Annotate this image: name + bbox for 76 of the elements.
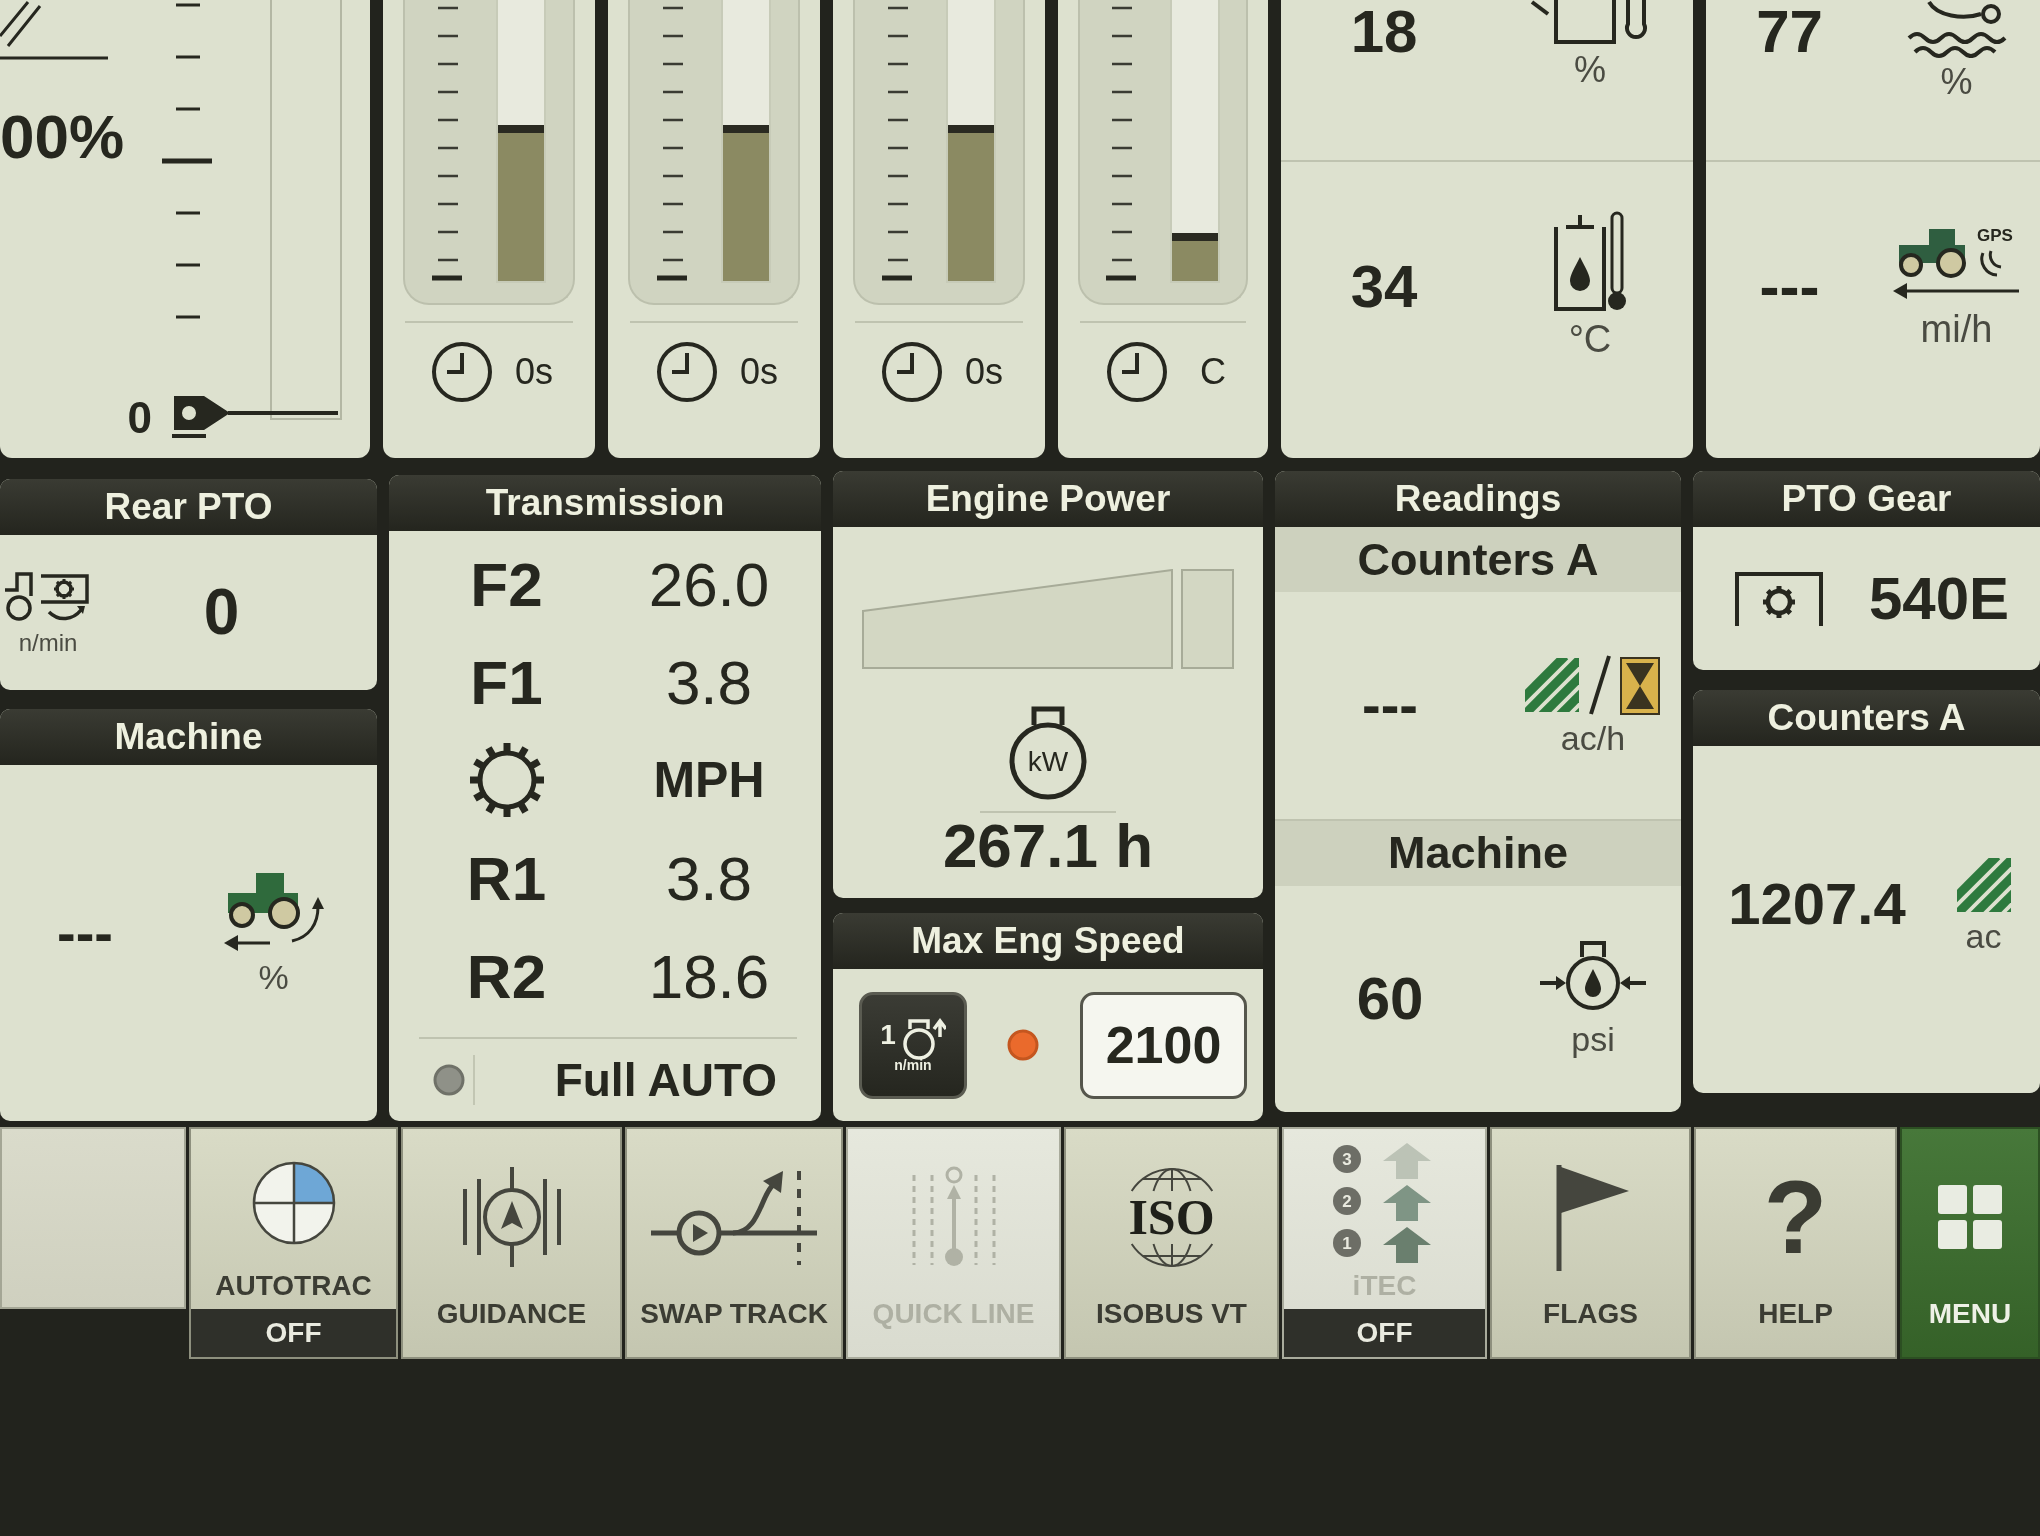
clock-icon xyxy=(1106,341,1168,403)
help-softkey[interactable]: ? HELP xyxy=(1694,1127,1897,1359)
unit-label: °C xyxy=(1568,319,1612,361)
reading-value: 540E xyxy=(1869,567,2010,630)
reading-value: 18 xyxy=(1350,0,1418,63)
speed-value-button[interactable]: 2100 xyxy=(1080,991,1247,1099)
gear-speed: 26.0 xyxy=(648,548,770,620)
menu-icon xyxy=(1938,1185,2002,1249)
panel-title: Machine xyxy=(0,709,377,765)
unit-label: % xyxy=(258,959,289,997)
step-badge: 2 xyxy=(1332,1187,1361,1215)
timer-text: 0s xyxy=(514,351,553,393)
clock-icon xyxy=(656,341,718,403)
menu-softkey[interactable]: MENU xyxy=(1900,1127,2040,1359)
reading-value: 60 xyxy=(1356,967,1424,1031)
reading-value: --- xyxy=(57,903,113,963)
panel-title: Max Eng Speed xyxy=(833,913,1263,969)
tractor-icon xyxy=(1892,229,2019,300)
isobus-softkey[interactable]: ISO ISOBUS VT xyxy=(1064,1127,1279,1359)
tank-icon xyxy=(1530,0,1650,46)
step-badge: 1 xyxy=(1332,1229,1361,1257)
gear-label: F2 xyxy=(470,548,543,620)
engine-hours: 267.1 h xyxy=(942,813,1154,879)
reading-value: 1207.4 xyxy=(1728,874,1906,935)
unit-label: psi xyxy=(1571,1021,1615,1059)
gear-label: F1 xyxy=(470,646,543,718)
speed-unit: MPH xyxy=(653,751,765,809)
unit-label: mi/h xyxy=(1920,309,1993,351)
engine-speed-button[interactable]: 1 n/min xyxy=(859,991,967,1099)
unit-label: n/min xyxy=(18,630,78,657)
autotrac-softkey[interactable]: AUTOTRAC OFF xyxy=(189,1127,398,1359)
scale-label: 0 xyxy=(127,396,152,440)
timer-text: 0s xyxy=(964,351,1003,393)
section-title: Machine xyxy=(1275,820,1681,886)
panel-title: Rear PTO xyxy=(0,479,377,535)
unit-label: ac xyxy=(1965,917,2002,956)
up-arrow-icon xyxy=(1382,1227,1431,1263)
slanted-lines-icon xyxy=(0,0,110,62)
clock-icon xyxy=(431,341,493,403)
panel-title: Engine Power xyxy=(833,471,1263,527)
section-title: Counters A xyxy=(1275,527,1681,592)
stripes-hourglass-icon xyxy=(1525,653,1661,716)
reading-value: 77 xyxy=(1756,0,1823,63)
gear-label: R2 xyxy=(466,940,547,1012)
power-unit-label: kW xyxy=(1027,746,1069,777)
swap-track-softkey[interactable]: SWAP TRACK xyxy=(625,1127,843,1359)
gear-label: R1 xyxy=(466,842,547,914)
unit-label: ac/h xyxy=(1560,719,1626,757)
timer-text: C xyxy=(1200,351,1226,393)
unit-label: % xyxy=(1940,62,1973,102)
engine-icon xyxy=(1009,706,1087,800)
flags-softkey[interactable]: FLAGS xyxy=(1490,1127,1691,1359)
timer-text: 0s xyxy=(739,351,778,393)
up-arrow-icon xyxy=(1382,1143,1431,1179)
gear-speed: 18.6 xyxy=(648,940,770,1012)
reading-value: 0 xyxy=(203,578,240,647)
gear-icon xyxy=(1733,569,1825,628)
waves-icon xyxy=(1906,0,2007,58)
reading-value: --- xyxy=(1362,675,1418,735)
gear-speed: 3.8 xyxy=(665,842,753,914)
guidance-softkey[interactable]: GUIDANCE xyxy=(401,1127,622,1359)
mode-label: Full AUTO xyxy=(554,1053,777,1107)
up-arrow-icon xyxy=(1382,1185,1431,1221)
panel-title: PTO Gear xyxy=(1693,471,2040,527)
panel-title: Readings xyxy=(1275,471,1681,527)
gps-label: GPS xyxy=(1976,226,2013,246)
reading-value: --- xyxy=(1759,254,1820,318)
reading-value: 34 xyxy=(1350,254,1418,318)
step-badge: 3 xyxy=(1332,1145,1361,1173)
quartered-circle-icon xyxy=(250,1160,337,1246)
clock-icon xyxy=(881,341,943,403)
panel-title: Transmission xyxy=(389,475,821,531)
unit-label: % xyxy=(1574,50,1606,90)
panel-title: Counters A xyxy=(1693,690,2040,746)
gauge-value: 00% xyxy=(0,106,125,168)
gear-speed: 3.8 xyxy=(665,646,753,718)
